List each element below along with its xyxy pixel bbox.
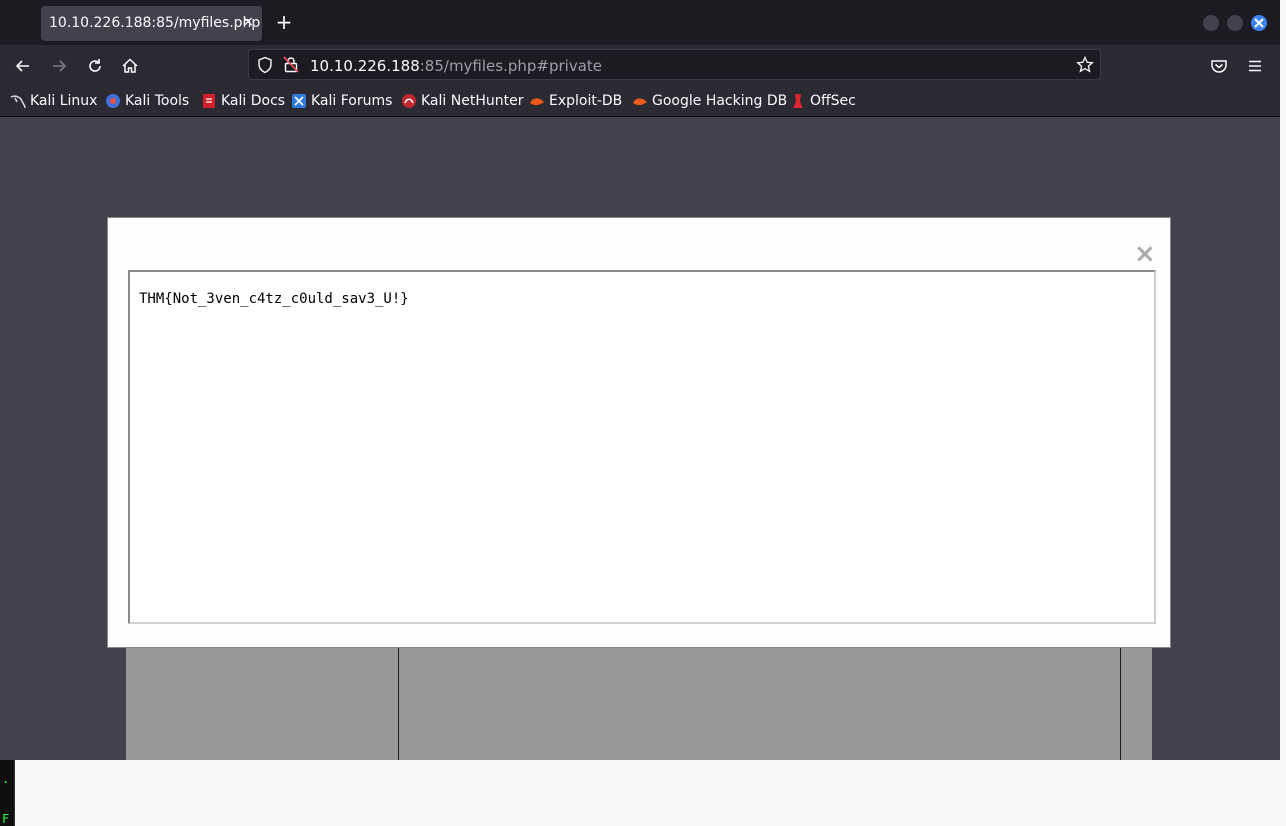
- menu-button[interactable]: [1245, 56, 1265, 76]
- url-text[interactable]: 10.10.226.188:85/myfiles.php#private: [310, 57, 602, 75]
- bookmark-label: Kali NetHunter: [421, 93, 524, 109]
- file-content-text: THM{Not_3ven_c4tz_c0uld_sav3_U!}: [139, 291, 409, 307]
- terminal-char: .: [2, 772, 10, 786]
- table-divider: [398, 647, 399, 760]
- bookmark-kali-linux[interactable]: Kali Linux: [10, 92, 97, 110]
- bookmark-exploit-db[interactable]: Exploit-DB: [529, 92, 622, 110]
- tab-strip: 10.10.226.188:85/myfiles.php × +: [0, 0, 1280, 45]
- bookmark-label: Google Hacking DB: [652, 93, 788, 109]
- file-modal: × THM{Not_3ven_c4tz_c0uld_sav3_U!}: [107, 217, 1171, 648]
- bookmark-label: Exploit-DB: [549, 93, 623, 109]
- tab-myfiles[interactable]: 10.10.226.188:85/myfiles.php ×: [41, 6, 262, 41]
- terminal-window-edge[interactable]: . F: [0, 760, 15, 826]
- new-tab-button[interactable]: +: [274, 10, 294, 34]
- bookmark-label: Kali Forums: [311, 93, 393, 109]
- tab-title: 10.10.226.188:85/myfiles.php: [49, 15, 261, 31]
- page-content: × THM{Not_3ven_c4tz_c0uld_sav3_U!}: [0, 117, 1280, 760]
- offsec-icon: [790, 93, 806, 109]
- bookmark-label: Kali Linux: [30, 93, 98, 109]
- bookmark-kali-tools[interactable]: Kali Tools: [105, 92, 189, 110]
- tab-close-icon[interactable]: ×: [242, 14, 254, 30]
- forward-button[interactable]: [49, 56, 69, 76]
- bookmark-star-icon[interactable]: [1076, 56, 1094, 74]
- back-button[interactable]: [13, 56, 33, 76]
- browser-window: 10.10.226.188:85/myfiles.php × + 10.10.2…: [0, 0, 1280, 760]
- arrow-left-icon: [15, 60, 29, 72]
- kali-forums-icon: [291, 93, 307, 109]
- table-divider: [1120, 647, 1121, 760]
- file-content-textarea[interactable]: THM{Not_3ven_c4tz_c0uld_sav3_U!}: [128, 270, 1156, 624]
- bookmarks-toolbar: Kali Linux Kali Tools Kali Docs Kali For…: [0, 87, 1280, 117]
- exploit-db-icon: [529, 93, 545, 109]
- bookmark-offsec[interactable]: OffSec: [790, 92, 856, 110]
- desktop-edge: [1280, 0, 1286, 826]
- ghdb-icon: [632, 93, 648, 109]
- bookmark-kali-docs[interactable]: Kali Docs: [201, 92, 285, 110]
- background-table: [126, 647, 1152, 760]
- minimize-button[interactable]: [1203, 15, 1219, 31]
- url-path: :85/myfiles.php#private: [419, 57, 603, 75]
- bookmark-label: Kali Tools: [125, 93, 190, 109]
- pocket-button[interactable]: [1209, 56, 1229, 76]
- bookmark-kali-nethunter[interactable]: Kali NetHunter: [401, 92, 523, 110]
- home-icon: [122, 58, 138, 73]
- arrow-right-icon: [53, 60, 67, 72]
- pocket-icon: [1211, 60, 1227, 73]
- reload-icon: [89, 59, 101, 72]
- insecure-lock-icon[interactable]: [283, 56, 299, 74]
- shield-icon[interactable]: [257, 56, 273, 74]
- bookmark-label: OffSec: [810, 93, 856, 109]
- reload-button[interactable]: [85, 56, 105, 76]
- bookmark-label: Kali Docs: [221, 93, 286, 109]
- modal-close-icon[interactable]: ×: [1134, 240, 1156, 268]
- close-icon: [1254, 18, 1264, 28]
- nethunter-icon: [401, 93, 417, 109]
- bookmark-google-hacking-db[interactable]: Google Hacking DB: [632, 92, 787, 110]
- url-bar[interactable]: 10.10.226.188:85/myfiles.php#private: [248, 49, 1101, 80]
- kali-tools-icon: [105, 93, 121, 109]
- bookmark-kali-forums[interactable]: Kali Forums: [291, 92, 392, 110]
- home-button[interactable]: [120, 56, 140, 76]
- hamburger-menu-icon: [1249, 60, 1261, 72]
- kali-dragon-icon: [10, 93, 26, 109]
- terminal-char: F: [2, 812, 10, 826]
- desktop-background: [0, 760, 1286, 826]
- close-window-button[interactable]: [1251, 15, 1267, 31]
- kali-docs-icon: [201, 93, 217, 109]
- maximize-button[interactable]: [1227, 15, 1243, 31]
- url-host: 10.10.226.188: [310, 57, 420, 75]
- navigation-toolbar: 10.10.226.188:85/myfiles.php#private: [0, 45, 1280, 87]
